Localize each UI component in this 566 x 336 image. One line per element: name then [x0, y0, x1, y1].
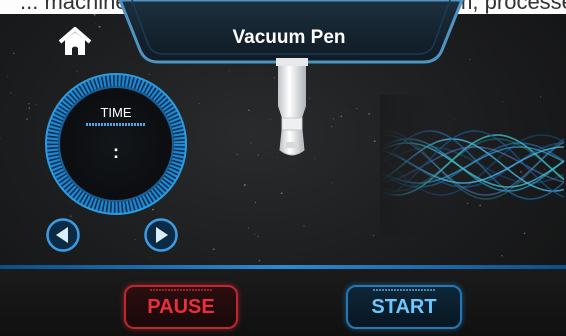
- wave-fade-overlay: [380, 95, 566, 235]
- star-dot: [250, 142, 252, 144]
- pause-button-label: PAUSE: [147, 295, 215, 318]
- star-dot: [243, 184, 246, 186]
- star-dot: [247, 227, 250, 229]
- star-dot: [7, 76, 9, 78]
- star-dot: [469, 58, 471, 61]
- previous-button[interactable]: [46, 218, 80, 252]
- star-dot: [331, 126, 332, 127]
- star-dot: [43, 238, 45, 240]
- star-dot: [344, 111, 346, 113]
- arrow-left-icon: [46, 218, 80, 252]
- star-dot: [258, 259, 261, 262]
- decorative-wave-graphic: [380, 95, 566, 235]
- star-dot: [150, 257, 152, 259]
- star-dot: [28, 103, 30, 105]
- star-dot: [333, 118, 335, 120]
- star-dot: [28, 107, 30, 109]
- star-dot: [10, 92, 12, 94]
- star-dot: [280, 192, 283, 195]
- pause-button-highlight: [150, 289, 212, 291]
- star-dot: [373, 235, 375, 237]
- bottom-control-panel: [0, 269, 566, 336]
- star-dot: [254, 233, 256, 235]
- time-label-underline: [86, 123, 146, 126]
- vacuum-pen-handpiece-icon: [276, 58, 308, 156]
- star-dot: [257, 154, 260, 157]
- star-dot: [134, 238, 136, 241]
- star-dot: [236, 153, 239, 156]
- home-button[interactable]: [56, 24, 94, 60]
- star-dot: [98, 25, 101, 28]
- star-dot: [93, 14, 96, 16]
- star-dot: [26, 118, 28, 120]
- time-label: TIME: [100, 105, 132, 120]
- start-button-highlight: [372, 289, 436, 291]
- star-dot: [501, 255, 503, 257]
- star-dot: [95, 23, 96, 24]
- star-dot: [254, 201, 257, 203]
- time-value: :: [113, 142, 119, 162]
- next-button[interactable]: [144, 218, 178, 252]
- star-dot: [248, 109, 250, 111]
- page-title: Vacuum Pen: [232, 27, 346, 48]
- star-dot: [340, 115, 343, 118]
- star-dot: [198, 102, 200, 104]
- star-dot: [373, 140, 376, 143]
- star-dot: [12, 52, 15, 55]
- star-dot: [228, 70, 230, 72]
- star-dot: [35, 104, 37, 106]
- start-button[interactable]: START: [346, 285, 462, 329]
- arrow-right-icon: [144, 218, 178, 252]
- screen: ... machine (stepping function, vacuum s…: [0, 0, 566, 336]
- star-dot: [356, 107, 358, 110]
- star-dot: [212, 248, 215, 251]
- star-dot: [331, 181, 333, 184]
- home-icon: [58, 27, 92, 55]
- star-dot: [303, 224, 305, 227]
- star-dot: [0, 137, 1, 139]
- start-button-label: START: [371, 295, 437, 318]
- star-dot: [257, 235, 259, 238]
- pause-button[interactable]: PAUSE: [124, 285, 238, 329]
- star-dot: [368, 112, 371, 115]
